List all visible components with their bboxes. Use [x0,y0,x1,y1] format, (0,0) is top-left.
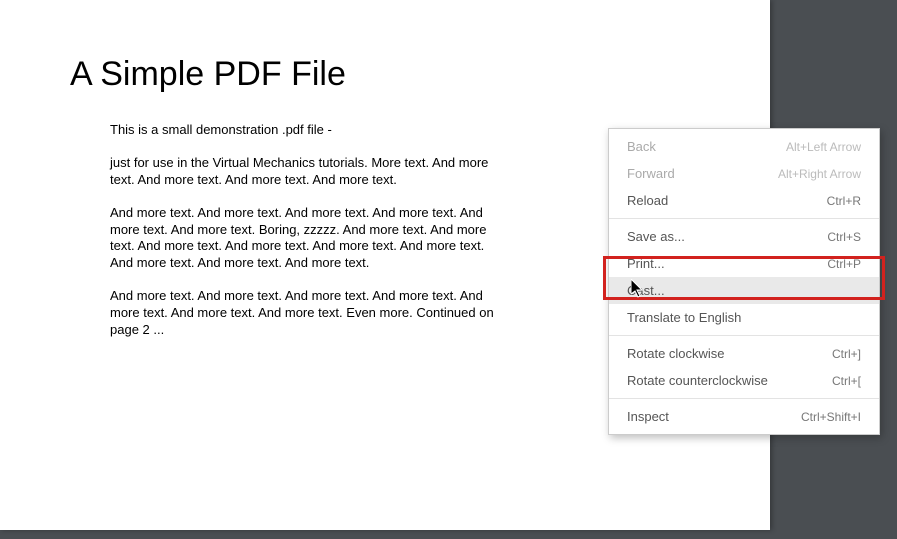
menu-item-print[interactable]: Print... Ctrl+P [609,250,879,277]
menu-item-label: Reload [627,193,668,208]
document-paragraph: And more text. And more text. And more t… [110,205,510,273]
document-paragraph: And more text. And more text. And more t… [110,288,510,339]
menu-item-label: Rotate clockwise [627,346,725,361]
menu-item-cast[interactable]: Cast... [609,277,879,304]
context-menu: Back Alt+Left Arrow Forward Alt+Right Arrow… [608,128,880,435]
menu-item-label: Cast... [627,283,665,298]
menu-item-label: Translate to English [627,310,741,325]
menu-item-rotate-clockwise[interactable]: Rotate clockwise Ctrl+] [609,340,879,367]
menu-separator [609,218,879,219]
menu-item-label: Save as... [627,229,685,244]
menu-item-rotate-counterclockwise[interactable]: Rotate counterclockwise Ctrl+[ [609,367,879,394]
menu-item-label: Inspect [627,409,669,424]
document-body: This is a small demonstration .pdf file … [70,122,510,339]
menu-item-translate-to-english[interactable]: Translate to English [609,304,879,331]
menu-item-back: Back Alt+Left Arrow [609,133,879,160]
menu-separator [609,398,879,399]
menu-item-label: Print... [627,256,665,271]
menu-item-shortcut: Ctrl+P [827,257,861,271]
menu-item-save-as[interactable]: Save as... Ctrl+S [609,223,879,250]
menu-item-shortcut: Ctrl+R [827,194,861,208]
menu-item-shortcut: Ctrl+[ [832,374,861,388]
menu-item-label: Back [627,139,656,154]
menu-item-shortcut: Alt+Left Arrow [786,140,861,154]
menu-item-shortcut: Alt+Right Arrow [778,167,861,181]
menu-item-shortcut: Ctrl+S [827,230,861,244]
document-paragraph: just for use in the Virtual Mechanics tu… [110,155,510,189]
menu-item-shortcut: Ctrl+] [832,347,861,361]
menu-item-forward: Forward Alt+Right Arrow [609,160,879,187]
menu-item-reload[interactable]: Reload Ctrl+R [609,187,879,214]
menu-item-label: Rotate counterclockwise [627,373,768,388]
menu-item-inspect[interactable]: Inspect Ctrl+Shift+I [609,403,879,430]
menu-separator [609,335,879,336]
menu-item-shortcut: Ctrl+Shift+I [801,410,861,424]
menu-item-label: Forward [627,166,675,181]
document-title: A Simple PDF File [70,55,700,94]
document-paragraph: This is a small demonstration .pdf file … [110,122,510,139]
